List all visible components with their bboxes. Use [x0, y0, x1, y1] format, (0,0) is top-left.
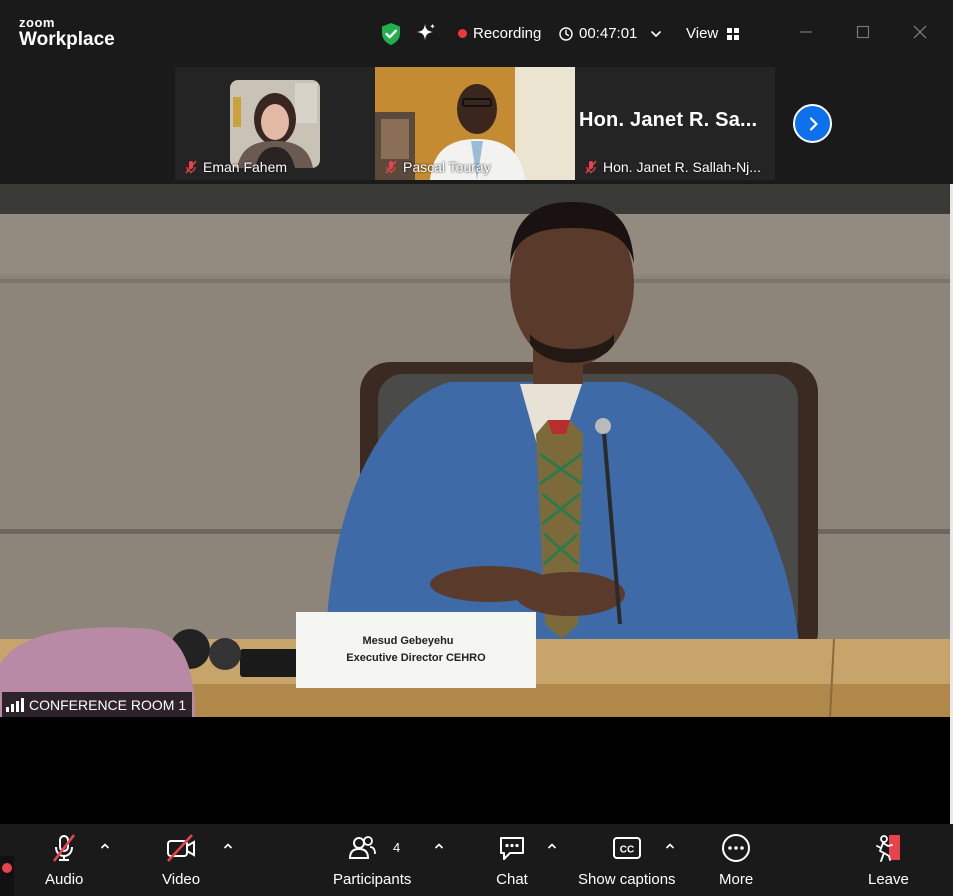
leave-icon	[876, 835, 901, 862]
closed-captions-icon: CC	[612, 837, 641, 859]
muted-mic-icon	[385, 160, 397, 174]
meeting-controls: Audio Video Participants 4 Chat CC Show …	[0, 824, 953, 896]
video-off-icon	[167, 834, 196, 862]
maximize-icon[interactable]	[853, 22, 873, 42]
leave-button[interactable]: Leave	[868, 832, 909, 888]
brand-top: zoom	[19, 15, 55, 30]
more-button[interactable]: More	[719, 832, 753, 888]
recording-corner-indicator	[0, 856, 14, 896]
view-label: View	[686, 25, 719, 42]
recording-dot-icon	[458, 29, 467, 38]
recording-indicator[interactable]: Recording	[458, 25, 541, 42]
grid-view-icon	[727, 27, 740, 40]
svg-text:CC: CC	[620, 845, 634, 856]
video-button[interactable]: Video	[162, 832, 200, 888]
chat-label: Chat	[496, 871, 528, 888]
participants-options-caret-icon[interactable]	[433, 840, 445, 852]
meeting-timer[interactable]: 00:47:01	[559, 25, 663, 42]
captions-label: Show captions	[578, 871, 676, 888]
placard-title: Executive Director CEHRO	[346, 652, 486, 664]
next-page-button[interactable]	[793, 104, 832, 143]
chat-options-caret-icon[interactable]	[546, 840, 558, 852]
chat-icon	[500, 837, 524, 860]
participant-label: Eman Fahem	[183, 159, 287, 175]
show-captions-button[interactable]: CC Show captions	[578, 832, 676, 888]
zoom-workplace-logo: zoom Workplace	[19, 16, 115, 49]
audio-label: Audio	[45, 871, 84, 888]
participants-count: 4	[393, 840, 401, 855]
muted-mic-icon	[53, 834, 76, 862]
brand-bottom: Workplace	[19, 29, 115, 50]
participant-display-name: Hon. Janet R. Sa...	[579, 109, 758, 131]
muted-mic-icon	[185, 160, 197, 174]
speaker-video-frame: Mesud Gebeyehu Executive Director CEHRO	[0, 184, 950, 717]
audio-button[interactable]: Audio	[45, 832, 83, 888]
video-options-caret-icon[interactable]	[222, 840, 234, 852]
participant-tile[interactable]: Eman Fahem	[175, 67, 375, 180]
clock-icon	[559, 26, 573, 41]
view-button[interactable]: View	[686, 25, 740, 42]
chat-button[interactable]: Chat	[496, 832, 528, 888]
more-icon	[722, 834, 751, 862]
close-icon[interactable]	[910, 22, 930, 42]
muted-mic-icon	[585, 160, 597, 174]
participant-label: Pascal Touray	[383, 159, 491, 175]
recording-label: Recording	[473, 25, 542, 42]
participant-label: Hon. Janet R. Sallah-Nj...	[583, 159, 761, 175]
participant-name: Hon. Janet R. Sallah-Nj...	[603, 159, 761, 175]
speaker-name-tag: CONFERENCE ROOM 1	[2, 692, 193, 718]
timer-value: 00:47:01	[579, 25, 638, 42]
more-label: More	[719, 871, 754, 888]
participant-tile[interactable]: Hon. Janet R. Sa... Hon. Janet R. Sallah…	[575, 67, 775, 180]
security-shield-icon[interactable]	[380, 22, 402, 46]
participant-tile[interactable]: Pascal Touray	[375, 67, 575, 180]
title-bar: zoom Workplace Recording 00:47:01 View	[0, 0, 953, 64]
minimize-icon[interactable]	[796, 22, 816, 42]
active-speaker-video: Mesud Gebeyehu Executive Director CEHRO	[0, 184, 950, 717]
chevron-down-icon	[651, 30, 662, 37]
placard-name: Mesud Gebeyehu	[362, 635, 453, 647]
participants-label: Participants	[333, 871, 412, 888]
participants-icon	[349, 836, 377, 859]
speaker-name: CONFERENCE ROOM 1	[29, 697, 187, 713]
video-label: Video	[162, 871, 201, 888]
record-dot-icon	[2, 863, 12, 873]
audio-options-caret-icon[interactable]	[99, 840, 111, 852]
participant-name: Eman Fahem	[203, 159, 288, 175]
chevron-right-icon	[809, 116, 818, 131]
participant-name: Pascal Touray	[403, 159, 491, 175]
captions-options-caret-icon[interactable]	[664, 840, 676, 852]
connection-signal-icon	[6, 697, 24, 712]
leave-label: Leave	[868, 871, 909, 888]
ai-companion-sparkle-icon[interactable]	[415, 22, 437, 44]
